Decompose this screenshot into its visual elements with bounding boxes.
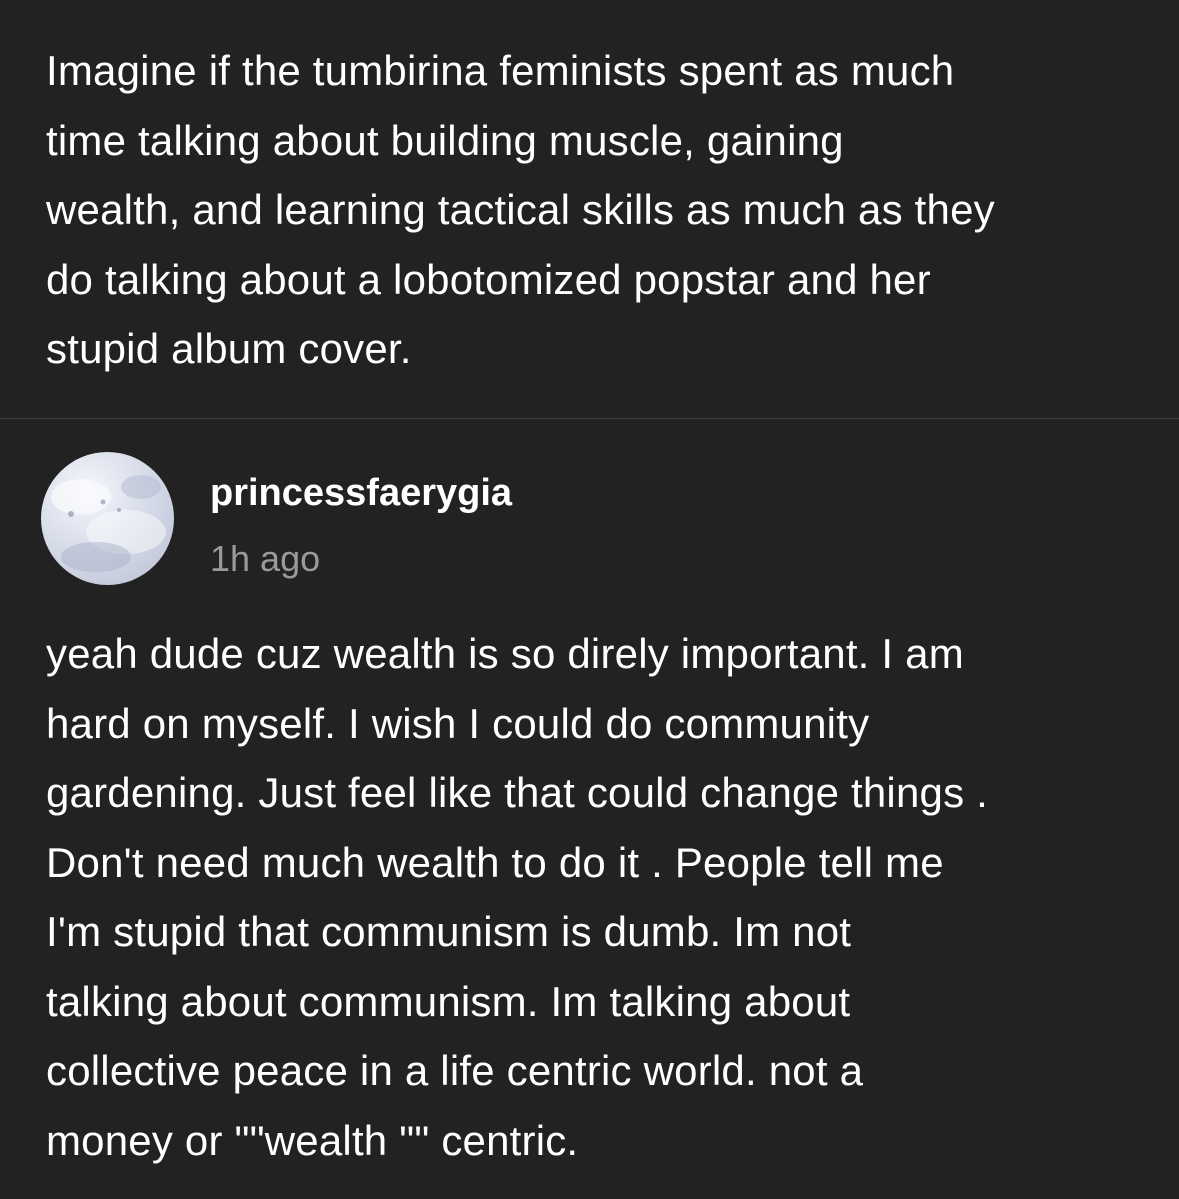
avatar[interactable] xyxy=(41,452,174,585)
avatar-image-icon xyxy=(51,475,166,572)
username-link[interactable]: princessfaerygia xyxy=(210,468,512,518)
reply-body-text: yeah dude cuz wealth is so direly import… xyxy=(46,630,989,1164)
timestamp: 1h ago xyxy=(210,538,321,579)
post-body-text: Imagine if the tumbirina feminists spent… xyxy=(46,47,995,372)
divider xyxy=(0,418,1179,419)
